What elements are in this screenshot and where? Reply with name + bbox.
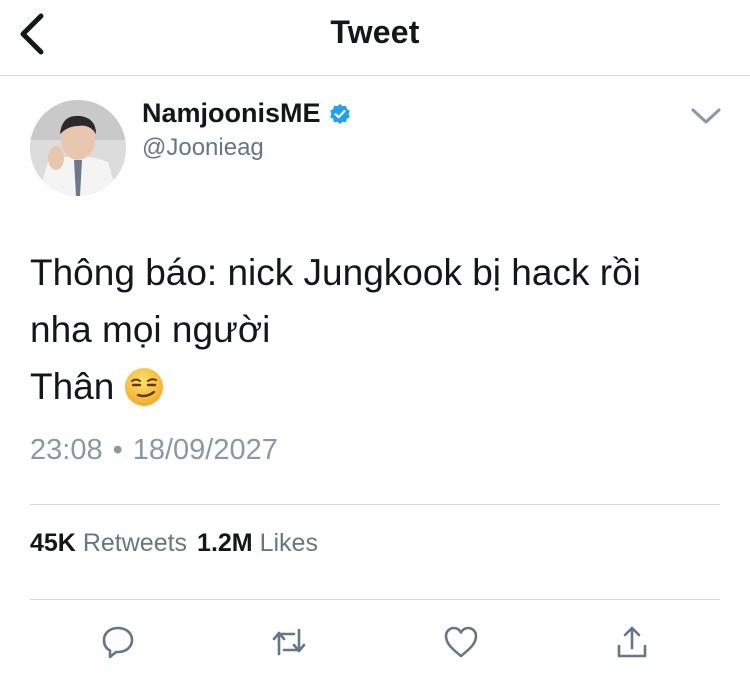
tweet-date: 18/09/2027: [132, 434, 278, 466]
tweet-timestamp: 23:08 • 18/09/2027: [30, 434, 278, 467]
share-icon: [617, 626, 647, 658]
tweet-time: 23:08: [30, 434, 103, 466]
like-button[interactable]: [439, 620, 483, 664]
likes-count: 1.2M: [197, 529, 253, 557]
divider: [30, 599, 720, 600]
display-name-row[interactable]: NamjoonisME: [142, 98, 351, 129]
page-title: Tweet: [330, 14, 420, 50]
verified-badge-icon: [329, 103, 350, 124]
tweet-text: Thông báo: nick Jungkook bị hack rồi nha…: [30, 244, 730, 415]
retweets-stat[interactable]: 45K Retweets: [30, 529, 187, 558]
timestamp-separator: •: [112, 434, 123, 466]
avatar[interactable]: [30, 100, 126, 196]
chevron-down-icon: [691, 108, 721, 124]
divider: [30, 504, 720, 505]
top-bar: Tweet: [0, 0, 750, 76]
engagement-stats: 45K Retweets 1.2M Likes: [30, 529, 318, 558]
share-button[interactable]: [610, 620, 654, 664]
display-name: NamjoonisME: [142, 98, 321, 128]
action-bar: [0, 620, 750, 670]
retweet-button[interactable]: [267, 620, 311, 664]
tweet-text-line-1: Thông báo: nick Jungkook bị hack rồi: [30, 252, 641, 293]
tweet-text-line-2: nha mọi người: [30, 309, 271, 350]
heart-icon: [444, 626, 478, 658]
smirking-face-emoji: [125, 368, 164, 406]
tweet-text-line-3: Thân: [30, 358, 730, 415]
reply-icon: [102, 626, 134, 659]
profile-photo: [30, 100, 126, 196]
retweets-label: Retweets: [82, 529, 188, 557]
more-options-button[interactable]: [686, 100, 726, 132]
retweet-icon: [272, 628, 306, 656]
likes-label: Likes: [259, 529, 318, 557]
tweet-text-signoff: Thân: [30, 366, 115, 407]
user-handle[interactable]: @Joonieag: [142, 134, 264, 162]
reply-button[interactable]: [96, 620, 140, 664]
likes-stat[interactable]: 1.2M Likes: [197, 529, 318, 558]
retweets-count: 45K: [30, 529, 76, 557]
